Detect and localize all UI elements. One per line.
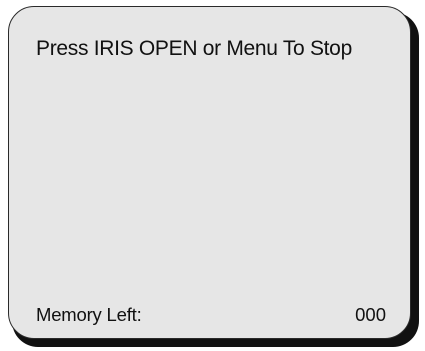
- stop-instruction-text: Press IRIS OPEN or Menu To Stop: [36, 37, 352, 60]
- memory-left-label: Memory Left:: [36, 304, 142, 325]
- osd-menu-panel: Press IRIS OPEN or Menu To Stop Memory L…: [8, 6, 411, 339]
- memory-left-value: 000: [355, 304, 386, 325]
